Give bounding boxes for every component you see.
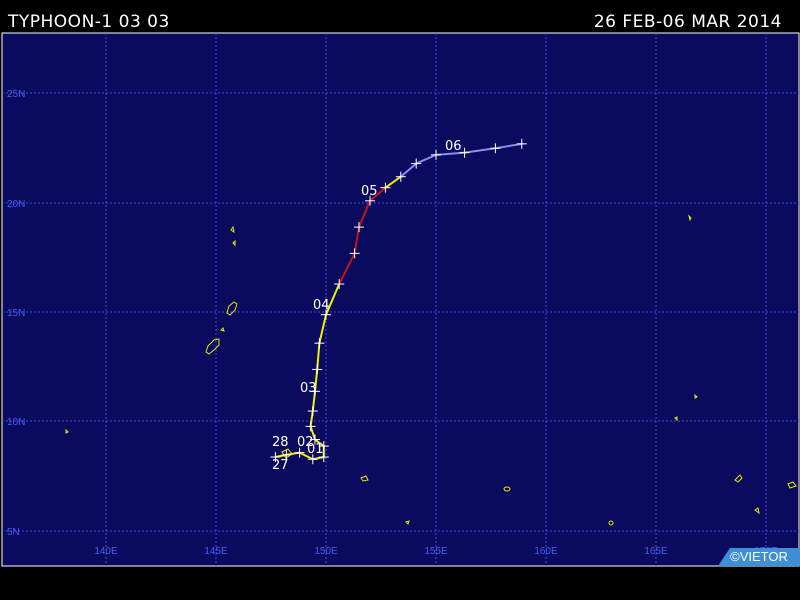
lat-label-5n: 5N xyxy=(7,527,20,538)
date-label-04: 04 xyxy=(313,298,330,313)
map-stage: TYPHOON-1 03 03 26 FEB-06 MAR 2014 140E … xyxy=(0,0,800,600)
date-label-05: 05 xyxy=(361,184,378,199)
lon-label-160e: 160E xyxy=(534,546,558,557)
date-label-03: 03 xyxy=(300,381,317,396)
lon-label-150e: 150E xyxy=(314,546,338,557)
lat-label-15n: 15N xyxy=(7,308,25,319)
track-map: 140E 145E 150E 155E 160E 165E 170E 25N 2… xyxy=(1,32,800,567)
ocean-background xyxy=(1,32,800,567)
date-label-27: 27 xyxy=(272,458,289,473)
lat-label-20n: 20N xyxy=(7,199,25,210)
date-label-06: 06 xyxy=(445,139,462,154)
copyright-badge: ©VIETOR xyxy=(718,548,800,566)
lon-label-165e: 165E xyxy=(644,546,668,557)
date-label-02: 02 xyxy=(297,435,314,450)
lon-label-155e: 155E xyxy=(424,546,448,557)
lat-label-25n: 25N xyxy=(7,89,25,100)
lon-label-140e: 140E xyxy=(94,546,118,557)
lon-label-145e: 145E xyxy=(204,546,228,557)
date-label-28: 28 xyxy=(272,435,289,450)
lat-label-10n: 10N xyxy=(7,417,25,428)
